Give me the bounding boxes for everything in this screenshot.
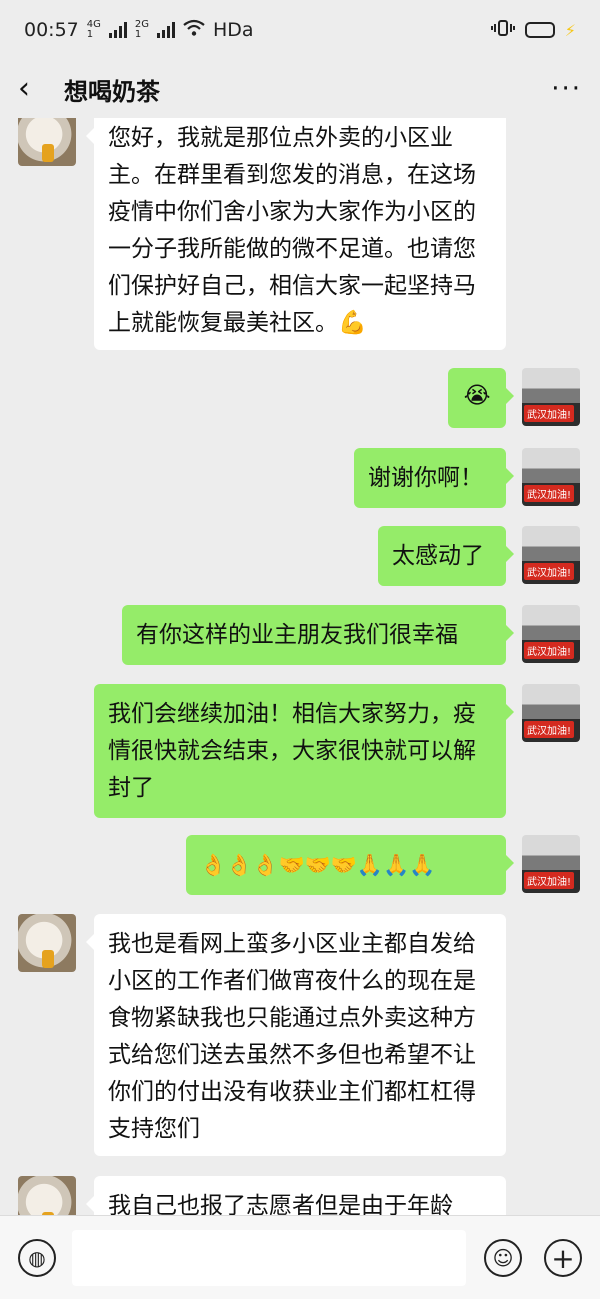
wifi-label: HDa <box>213 19 254 41</box>
plus-glyph: + <box>551 1241 575 1275</box>
my-avatar[interactable]: 武汉加油! <box>522 684 580 742</box>
voice-glyph: ◍ <box>28 1246 46 1270</box>
battery-icon <box>524 22 555 38</box>
network-2-sim: 1 <box>134 29 142 40</box>
message-text: 有你这样的业主朋友我们很幸福 <box>136 622 458 648</box>
plus-icon[interactable]: + <box>544 1239 582 1277</box>
message-bubble-outgoing[interactable]: 👌👌👌🤝🤝🤝🙏🙏🙏 <box>186 835 514 895</box>
my-avatar[interactable]: 武汉加油! <box>522 448 580 506</box>
message-bubble-outgoing[interactable]: 谢谢你啊！ <box>354 448 514 508</box>
avatar-badge: 武汉加油! <box>524 563 575 580</box>
message-input[interactable] <box>72 1230 466 1286</box>
chat-header: ‹ 想喝奶茶 ··· <box>0 60 600 118</box>
my-avatar[interactable]: 武汉加油! <box>522 526 580 584</box>
network-1-label: 4G 1 <box>87 20 101 40</box>
message-bubble-incoming[interactable]: 我也是看网上蛮多小区业主都自发给小区的工作者们做宵夜什么的现在是食物紧缺我也只能… <box>86 914 506 1156</box>
back-icon[interactable]: ‹ <box>18 74 58 104</box>
avatar-badge: 武汉加油! <box>524 642 575 659</box>
message-text: 👌👌👌🤝🤝🤝🙏🙏🙏 <box>200 853 436 877</box>
message-text: 太感动了 <box>392 543 484 569</box>
status-left: 00:57 4G 1 2G 1 HDa <box>24 19 254 42</box>
message-text: 😭 <box>463 383 491 409</box>
charging-icon: ⚡ <box>564 20 576 40</box>
vibrate-icon <box>490 19 515 42</box>
avatar-badge: 武汉加油! <box>524 872 575 889</box>
emoji-glyph: ☺ <box>492 1246 514 1270</box>
wifi-icon <box>183 19 205 42</box>
message-bubble-incoming[interactable]: 我自己也报了志愿者但是由于年龄 <box>86 1176 506 1215</box>
contact-avatar[interactable] <box>18 118 76 166</box>
message-bubble-outgoing[interactable]: 😭 <box>448 368 514 428</box>
signal-1-icon <box>108 22 127 38</box>
my-avatar[interactable]: 武汉加油! <box>522 368 580 426</box>
message-text: 我们会继续加油！相信大家努力，疫情很快就会结束，大家很快就可以解封了 <box>108 701 476 801</box>
status-right: ⚡ <box>490 19 576 42</box>
chat-messages[interactable]: 您好，我就是那位点外卖的小区业主。在群里看到您发的消息，在这场疫情中你们舍小家为… <box>0 118 600 1215</box>
avatar-badge: 武汉加油! <box>524 721 575 738</box>
avatar-badge: 武汉加油! <box>524 485 575 502</box>
my-avatar[interactable]: 武汉加油! <box>522 605 580 663</box>
message-bubble-outgoing[interactable]: 我们会继续加油！相信大家努力，疫情很快就会结束，大家很快就可以解封了 <box>94 684 514 818</box>
message-bubble-outgoing[interactable]: 太感动了 <box>378 526 514 586</box>
more-icon[interactable]: ··· <box>551 74 582 104</box>
message-text: 我也是看网上蛮多小区业主都自发给小区的工作者们做宵夜什么的现在是食物紧缺我也只能… <box>108 931 476 1142</box>
message-text: 您好，我就是那位点外卖的小区业主。在群里看到您发的消息，在这场疫情中你们舍小家为… <box>108 125 476 336</box>
chat-title: 想喝奶茶 <box>64 77 160 106</box>
status-time: 00:57 <box>24 19 79 41</box>
network-1-sim: 1 <box>86 29 94 40</box>
message-text: 谢谢你啊！ <box>368 465 483 491</box>
network-2-label: 2G 1 <box>135 20 149 40</box>
contact-avatar[interactable] <box>18 914 76 972</box>
my-avatar[interactable]: 武汉加油! <box>522 835 580 893</box>
message-bubble-outgoing[interactable]: 有你这样的业主朋友我们很幸福 <box>122 605 514 665</box>
input-bar: ◍ ☺ + <box>0 1215 600 1299</box>
status-bar: 00:57 4G 1 2G 1 HDa ⚡ <box>0 0 600 60</box>
message-bubble-incoming[interactable]: 您好，我就是那位点外卖的小区业主。在群里看到您发的消息，在这场疫情中你们舍小家为… <box>86 118 506 350</box>
voice-icon[interactable]: ◍ <box>18 1239 56 1277</box>
emoji-icon[interactable]: ☺ <box>484 1239 522 1277</box>
avatar-badge: 武汉加油! <box>524 405 575 422</box>
message-text: 我自己也报了志愿者但是由于年龄 <box>108 1193 453 1215</box>
contact-avatar[interactable] <box>18 1176 76 1215</box>
signal-2-icon <box>157 22 176 38</box>
